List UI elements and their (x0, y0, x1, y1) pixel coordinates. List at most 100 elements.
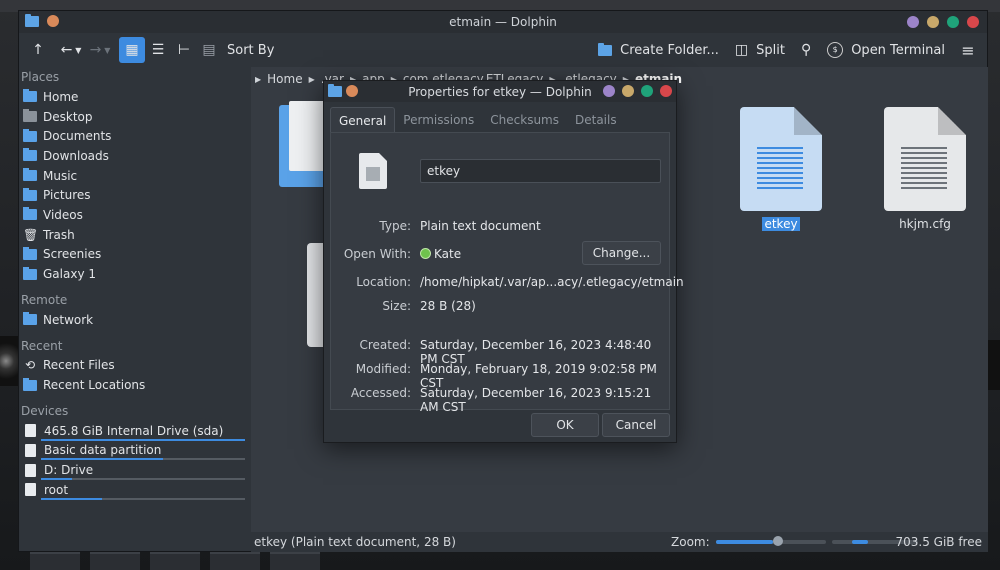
sort-by-button[interactable]: Sort By (221, 37, 280, 63)
drive-icon (25, 443, 36, 457)
folder-icon (23, 266, 37, 280)
up-button[interactable]: ↑ (27, 37, 49, 63)
sidebar-item-downloads[interactable]: Downloads (19, 146, 251, 166)
chevron-right-icon: ▶ (255, 74, 262, 84)
window-close-button[interactable] (967, 16, 979, 28)
change-button[interactable]: Change... (582, 241, 661, 265)
sidebar-item-label: D: Drive (44, 463, 94, 478)
tab-checksums[interactable]: Checksums (482, 107, 567, 133)
icons-view-button[interactable]: ▦ (119, 37, 145, 63)
videos-folder-icon (23, 207, 37, 221)
sidebar-item-videos[interactable]: Videos (19, 205, 251, 225)
sidebar-item-label: Documents (43, 129, 112, 144)
tab-general[interactable]: General (330, 107, 396, 133)
sidebar-item-recent-files[interactable]: ⟲ Recent Files (19, 356, 251, 376)
sidebar-item-label: Recent Locations (43, 378, 146, 393)
sidebar-item-label: Videos (43, 207, 83, 222)
status-bar: etkey (Plain text document, 28 B) Zoom: … (251, 532, 988, 552)
file-name-field[interactable]: etkey (420, 159, 661, 183)
created-label: Created: (359, 338, 411, 352)
compact-view-button[interactable]: ☰ (145, 37, 171, 63)
file-item-hkjm[interactable]: hkjm.cfg (881, 107, 969, 231)
sidebar-item-label: Galaxy 1 (43, 267, 96, 282)
sidebar-item-basic-data-partition[interactable]: Basic data partition (19, 441, 251, 461)
window-menu-button[interactable] (47, 15, 59, 27)
sidebar-item-documents[interactable]: Documents (19, 126, 251, 146)
places-header: Places (21, 70, 60, 84)
hamburger-menu-button[interactable]: ≡ (955, 37, 981, 63)
sidebar-item-music[interactable]: Music (19, 166, 251, 186)
arrow-up-icon: ↑ (32, 42, 44, 58)
zoom-slider-handle[interactable] (772, 536, 783, 546)
ok-button[interactable]: OK (531, 413, 599, 437)
tree-icon: ⊢ (177, 42, 191, 58)
dialog-keep-above-button[interactable] (603, 85, 615, 97)
sidebar-item-home[interactable]: Home (19, 87, 251, 107)
chevron-right-icon: ▶ (308, 74, 315, 84)
sidebar-item-label: Screenies (43, 247, 102, 262)
downloads-folder-icon (23, 148, 37, 162)
network-folder-icon (23, 312, 37, 326)
sidebar-item-d-drive[interactable]: D: Drive (19, 460, 251, 480)
terminal-icon: $ (827, 42, 844, 58)
arrow-right-icon: → (89, 42, 102, 58)
trash-icon: 🗑 (23, 227, 39, 242)
forward-button[interactable]: → ▼ (85, 37, 115, 63)
location-label: Location: (356, 275, 411, 289)
cancel-button[interactable]: Cancel (602, 413, 670, 437)
sidebar-item-label: Pictures (43, 188, 91, 203)
dialog-title: Properties for etkey — Dolphin (408, 84, 592, 99)
history-icon: ⟲ (24, 358, 36, 373)
zoom-slider[interactable] (715, 536, 826, 546)
dialog-close-button[interactable] (660, 85, 672, 97)
sidebar-item-label: Downloads (43, 148, 109, 163)
desktop-widget (0, 336, 18, 386)
arrow-left-icon: ← (60, 42, 73, 58)
folder-icon (23, 246, 37, 260)
sort-button[interactable]: ▤ (197, 37, 221, 63)
sidebar-item-internal-drive[interactable]: 465.8 GiB Internal Drive (sda) (19, 421, 251, 441)
sidebar-item-recent-locations[interactable]: Recent Locations (19, 375, 251, 395)
split-button[interactable]: ◫ Split (729, 37, 791, 63)
kate-icon (420, 248, 431, 259)
sidebar-item-label: Music (43, 168, 78, 183)
sidebar-item-network[interactable]: Network (19, 310, 251, 330)
window-maximize-button[interactable] (947, 16, 959, 28)
file-item-etkey[interactable]: etkey (737, 107, 825, 231)
sidebar-item-galaxy-1[interactable]: Galaxy 1 (19, 264, 251, 284)
home-folder-icon (23, 89, 37, 103)
search-button[interactable]: ⚲ (795, 37, 817, 63)
sidebar-item-screenies[interactable]: Screenies (19, 245, 251, 265)
free-space: 703.5 GiB free (895, 535, 982, 549)
crumb-home[interactable]: Home (267, 72, 302, 86)
back-button[interactable]: ← ▼ (57, 37, 85, 63)
sidebar-item-label: Trash (43, 227, 75, 242)
sidebar-item-trash[interactable]: 🗑 Trash (19, 225, 251, 245)
zoom-control: Zoom: (671, 535, 918, 549)
file-type-icon[interactable] (359, 153, 387, 189)
dialog-minimize-button[interactable] (622, 85, 634, 97)
window-keep-above-button[interactable] (907, 16, 919, 28)
zoom-label: Zoom: (671, 535, 710, 549)
sidebar-item-desktop[interactable]: Desktop (19, 107, 251, 127)
size-value: 28 B (28) (420, 299, 476, 313)
open-terminal-label: Open Terminal (851, 42, 945, 58)
sidebar-item-label: Recent Files (43, 358, 115, 373)
dolphin-app-icon (25, 13, 39, 27)
sidebar-item-pictures[interactable]: Pictures (19, 185, 251, 205)
desktop-icon (23, 109, 37, 123)
tab-permissions[interactable]: Permissions (395, 107, 482, 133)
dialog-menu-button[interactable] (346, 85, 358, 97)
split-view-icon: ◫ (734, 42, 749, 58)
sort-icon: ▤ (202, 42, 216, 58)
window-title: etmain — Dolphin (449, 15, 557, 29)
tab-details[interactable]: Details (567, 107, 625, 133)
sidebar-item-root[interactable]: root (19, 480, 251, 500)
details-view-button[interactable]: ⊢ (171, 37, 197, 63)
dialog-maximize-button[interactable] (641, 85, 653, 97)
desktop-edge (986, 340, 1000, 390)
create-folder-button[interactable]: Create Folder... (592, 37, 725, 63)
window-minimize-button[interactable] (927, 16, 939, 28)
open-terminal-button[interactable]: $ Open Terminal (821, 37, 951, 63)
pictures-folder-icon (23, 187, 37, 201)
